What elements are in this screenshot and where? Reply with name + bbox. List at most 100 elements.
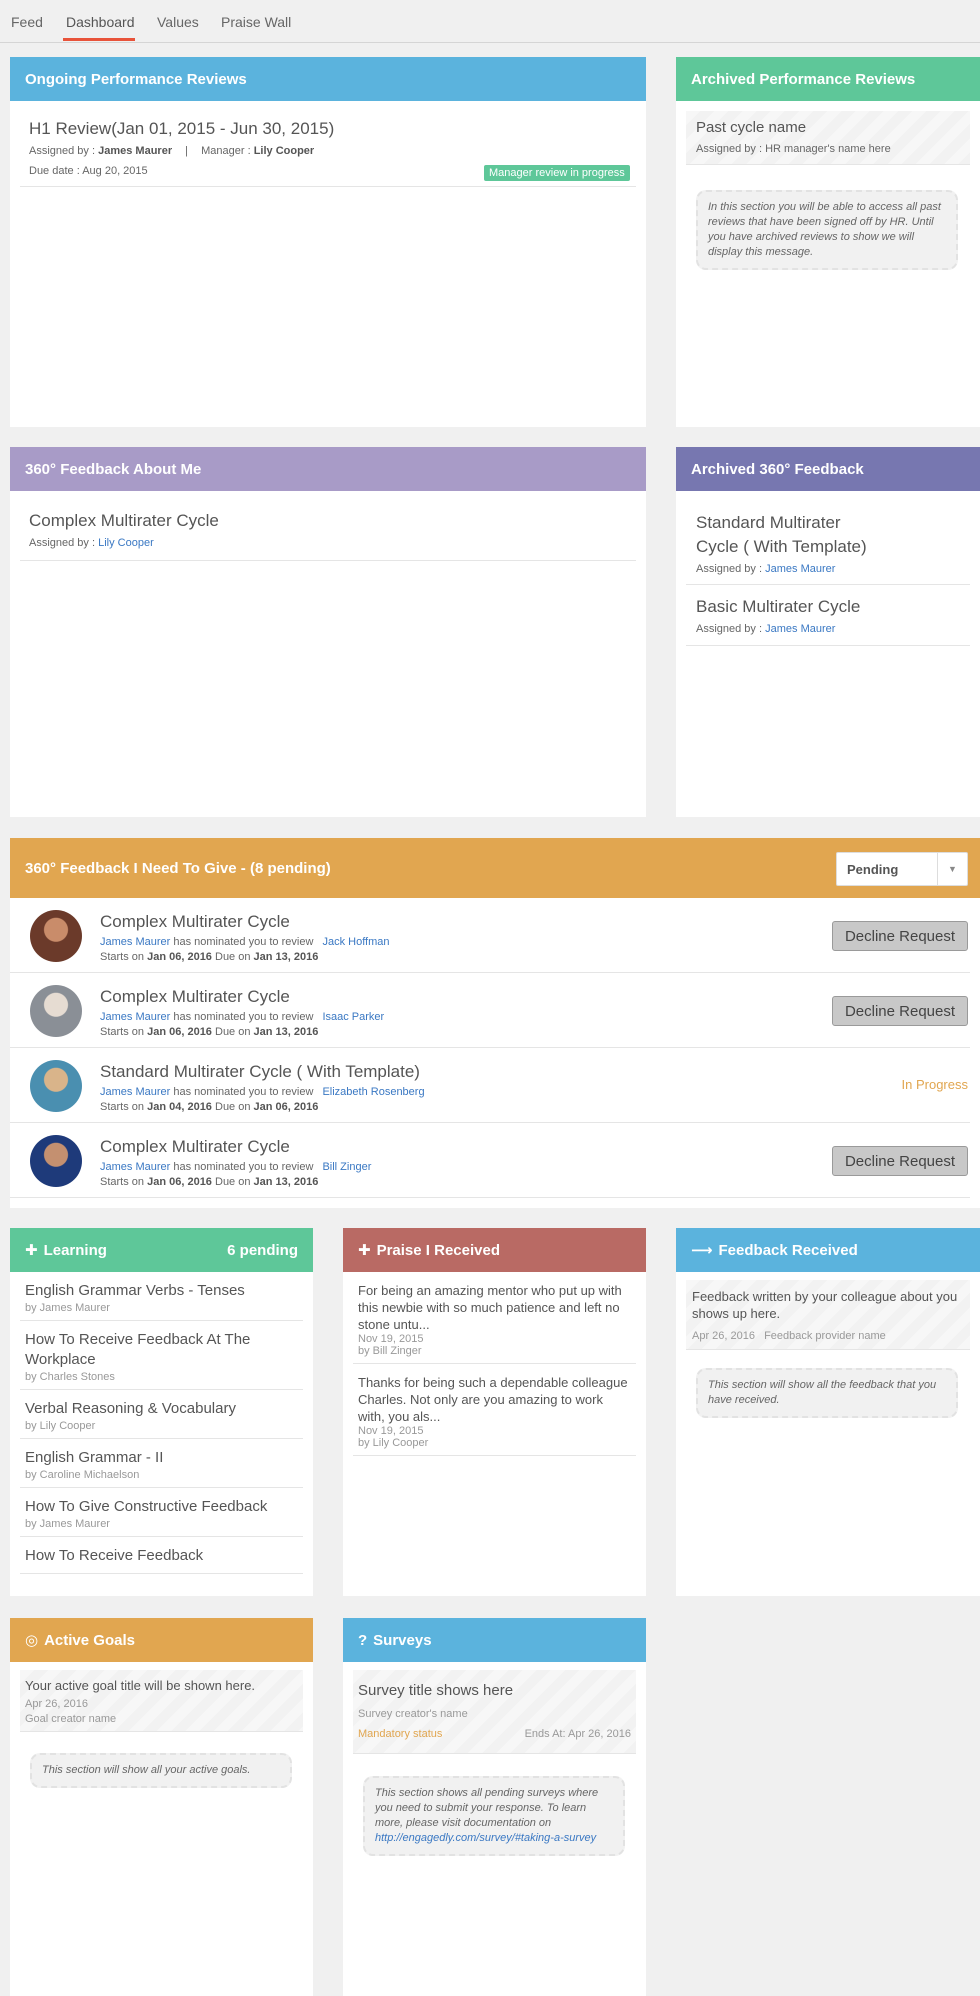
tab-feed[interactable]: Feed: [11, 14, 43, 30]
request-dates: Starts on Jan 04, 2016 Due on Jan 06, 20…: [100, 1101, 318, 1113]
avatar: [30, 1060, 82, 1112]
learning-item[interactable]: How To Receive Feedback: [20, 1537, 303, 1574]
praise-author: by Bill Zinger: [358, 1345, 422, 1357]
assigned-label: Assigned by :: [696, 563, 763, 575]
archived-cycle-name: Past cycle name: [696, 119, 807, 136]
survey-docs-link[interactable]: http://engagedly.com/survey/#taking-a-su…: [375, 1832, 596, 1844]
archived-reviews-card: Archived Performance Reviews Past cycle …: [676, 57, 980, 427]
praise-card: ✚ Praise I Received For being an amazing…: [343, 1228, 646, 1596]
learning-card: ✚ Learning 6 pending English Grammar Ver…: [10, 1228, 313, 1596]
feedback-request-row[interactable]: Complex Multirater Cycle James Maurer has…: [10, 1123, 970, 1198]
decline-request-button[interactable]: Decline Request: [832, 1146, 968, 1176]
learning-item[interactable]: How To Give Constructive Feedback by Jame…: [20, 1488, 303, 1537]
due-label: Due on: [215, 1026, 251, 1038]
assigned-by-link[interactable]: Lily Cooper: [98, 537, 154, 549]
learning-item[interactable]: How To Receive Feedback At The Workplace…: [20, 1321, 303, 1390]
praise-author: by Lily Cooper: [358, 1437, 429, 1449]
decline-request-button[interactable]: Decline Request: [832, 996, 968, 1026]
feedback-received-meta: Apr 26, 2016 Feedback provider name: [692, 1330, 886, 1342]
reviewee-link[interactable]: Elizabeth Rosenberg: [322, 1086, 424, 1098]
learning-item-title[interactable]: Verbal Reasoning & Vocabulary: [25, 1399, 298, 1419]
praise-text[interactable]: Thanks for being such a dependable colle…: [358, 1374, 631, 1425]
puzzle-icon: ✚: [25, 1242, 38, 1259]
start-date: Jan 06, 2016: [147, 951, 212, 963]
reviewee-link[interactable]: Jack Hoffman: [322, 936, 389, 948]
status-filter-select[interactable]: Pending ▼: [836, 852, 968, 886]
request-nomination: James Maurer has nominated you to review…: [100, 1086, 425, 1098]
learning-item-author: by Charles Stones: [25, 1371, 115, 1383]
nominator-link[interactable]: James Maurer: [100, 1086, 170, 1098]
reviewee-link[interactable]: Bill Zinger: [322, 1161, 371, 1173]
starts-label: Starts on: [100, 951, 145, 963]
archived-reviews-title: Archived Performance Reviews: [691, 70, 916, 88]
archived-feedback-header: Archived 360° Feedback: [676, 447, 980, 491]
feedback-received-text: Feedback written by your colleague about…: [692, 1289, 958, 1321]
learning-item-title[interactable]: English Grammar Verbs - Tenses: [25, 1281, 298, 1301]
survey-title: Survey title shows here: [358, 1682, 514, 1699]
learning-item-author: by James Maurer: [25, 1518, 110, 1530]
archived-feedback-assigned: Assigned by : James Maurer: [696, 563, 835, 575]
archived-feedback-name[interactable]: Basic Multirater Cycle: [696, 597, 860, 617]
decline-request-button[interactable]: Decline Request: [832, 921, 968, 951]
assigned-label: Assigned by :: [29, 145, 96, 157]
request-cycle-name[interactable]: Standard Multirater Cycle ( With Templat…: [100, 1062, 420, 1082]
active-tab-indicator: [63, 38, 135, 41]
feedback-about-me-item[interactable]: Complex Multirater Cycle Assigned by : L…: [20, 491, 636, 561]
due-date: Jan 13, 2016: [253, 1026, 319, 1038]
request-dates: Starts on Jan 06, 2016 Due on Jan 13, 20…: [100, 1176, 318, 1188]
feedback-request-row[interactable]: Complex Multirater Cycle James Maurer has…: [10, 973, 970, 1048]
starts-label: Starts on: [100, 1026, 145, 1038]
learning-item[interactable]: Verbal Reasoning & Vocabulary by Lily Coo…: [20, 1390, 303, 1439]
learning-item-title[interactable]: How To Receive Feedback At The Workplace: [25, 1330, 298, 1370]
learning-item-title[interactable]: How To Receive Feedback: [25, 1546, 298, 1566]
chevron-down-icon[interactable]: ▼: [937, 853, 967, 885]
learning-title: Learning: [43, 1241, 107, 1259]
feedback-request-row[interactable]: Standard Multirater Cycle ( With Templat…: [10, 1048, 970, 1123]
archived-feedback-name[interactable]: Standard Multirater Cycle ( With Templat…: [696, 511, 867, 559]
feedback-request-row[interactable]: Complex Multirater Cycle James Maurer has…: [10, 898, 970, 973]
nominator-link[interactable]: James Maurer: [100, 1161, 170, 1173]
praise-date: Nov 19, 2015: [358, 1333, 424, 1345]
review-status-badge: Manager review in progress: [484, 165, 630, 181]
praise-item[interactable]: For being an amazing mentor who put up w…: [353, 1272, 636, 1364]
due-date: Jan 13, 2016: [253, 1176, 319, 1188]
tab-praise-wall[interactable]: Praise Wall: [221, 14, 291, 30]
review-name[interactable]: H1 Review(Jan 01, 2015 - Jun 30, 2015): [29, 119, 334, 139]
archived-cycle-assigned: Assigned by : HR manager's name here: [696, 143, 891, 155]
name-line: Cycle ( With Template): [696, 537, 867, 556]
feedback-about-me-title: 360° Feedback About Me: [25, 460, 202, 478]
tab-values[interactable]: Values: [157, 14, 199, 30]
request-cycle-name[interactable]: Complex Multirater Cycle: [100, 912, 290, 932]
praise-text[interactable]: For being an amazing mentor who put up w…: [358, 1282, 631, 1333]
assigned-by-link[interactable]: James Maurer: [765, 563, 835, 575]
praise-item[interactable]: Thanks for being such a dependable colle…: [353, 1364, 636, 1456]
request-status: In Progress: [901, 1077, 968, 1092]
feedback-to-give-list: Complex Multirater Cycle James Maurer has…: [10, 898, 980, 1198]
due-date: Jan 06, 2016: [253, 1101, 319, 1113]
archived-feedback-item[interactable]: Basic Multirater Cycle Assigned by : Jam…: [686, 585, 970, 646]
request-cycle-name[interactable]: Complex Multirater Cycle: [100, 987, 290, 1007]
nominator-link[interactable]: James Maurer: [100, 1011, 170, 1023]
feedback-received-placeholder: Feedback written by your colleague about…: [686, 1280, 970, 1350]
request-cycle-name[interactable]: Complex Multirater Cycle: [100, 1137, 290, 1157]
feedback-cycle-name[interactable]: Complex Multirater Cycle: [29, 511, 219, 531]
active-goals-empty-note: This section will show all your active g…: [30, 1753, 292, 1788]
request-nomination: James Maurer has nominated you to review…: [100, 1161, 371, 1173]
learning-item[interactable]: English Grammar Verbs - Tenses by James M…: [20, 1272, 303, 1321]
learning-item-title[interactable]: English Grammar - II: [25, 1448, 298, 1468]
active-goals-title: Active Goals: [44, 1631, 135, 1649]
request-nomination: James Maurer has nominated you to review…: [100, 1011, 384, 1023]
learning-item[interactable]: English Grammar - II by Caroline Michaels…: [20, 1439, 303, 1488]
surveys-title: Surveys: [373, 1631, 432, 1649]
survey-end-date: Ends At: Apr 26, 2016: [524, 1728, 631, 1740]
tab-dashboard[interactable]: Dashboard: [66, 14, 135, 30]
nominator-link[interactable]: James Maurer: [100, 936, 170, 948]
goal-date: Apr 26, 2016: [25, 1698, 88, 1710]
feedback-cycle-assigned: Assigned by : Lily Cooper: [29, 537, 154, 549]
assigned-by-link[interactable]: James Maurer: [765, 623, 835, 635]
archived-feedback-item[interactable]: Standard Multirater Cycle ( With Templat…: [686, 491, 970, 585]
starts-label: Starts on: [100, 1101, 145, 1113]
feedback-to-give-card: 360° Feedback I Need To Give - (8 pendin…: [10, 838, 980, 1208]
learning-item-title[interactable]: How To Give Constructive Feedback: [25, 1497, 298, 1517]
reviewee-link[interactable]: Isaac Parker: [322, 1011, 384, 1023]
